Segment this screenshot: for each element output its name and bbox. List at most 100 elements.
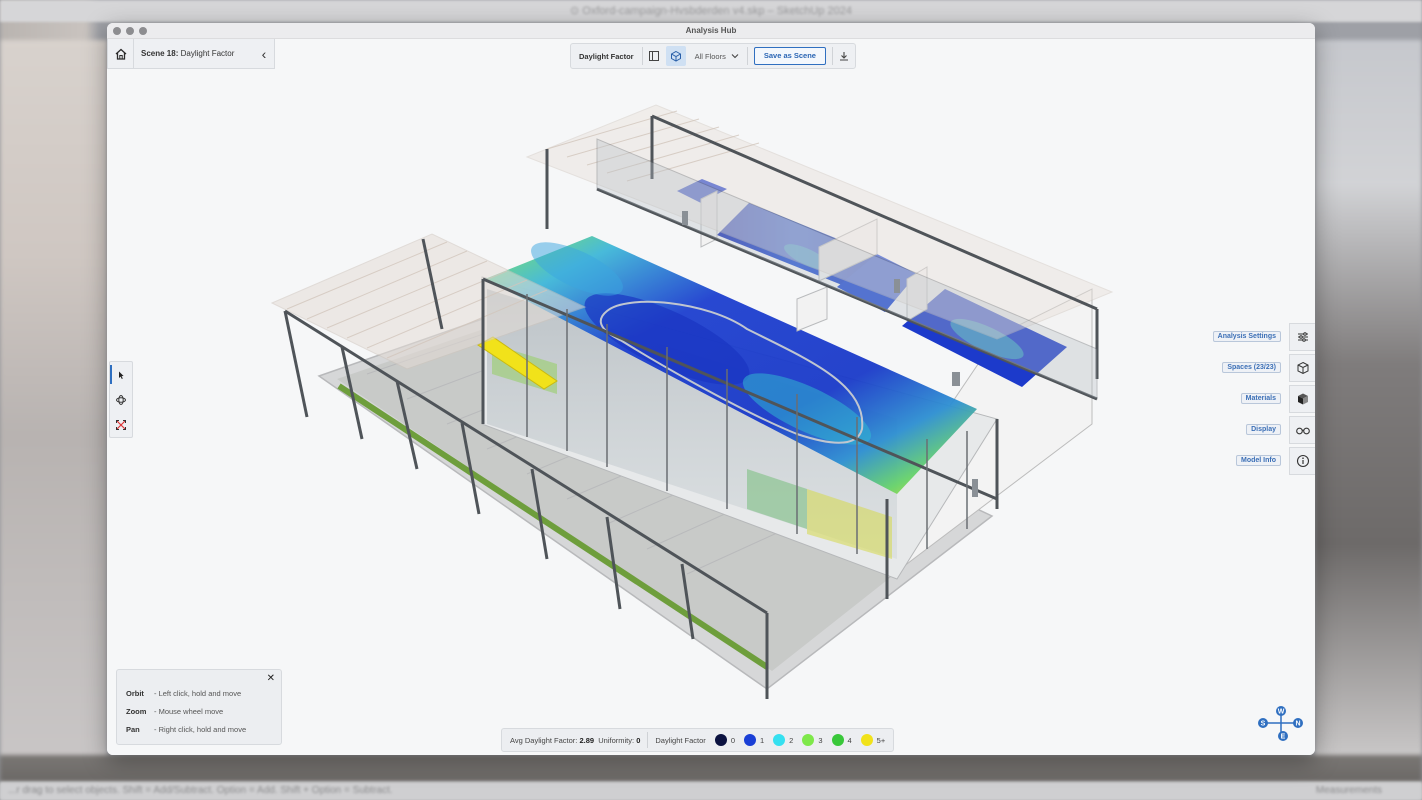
plan-view-button[interactable] xyxy=(644,46,664,66)
host-viewport-right xyxy=(1315,40,1422,760)
help-desc: - Mouse wheel move xyxy=(154,707,224,716)
help-row-pan: Pan - Right click, hold and move xyxy=(126,725,246,734)
scene-name: Daylight Factor xyxy=(180,49,235,58)
help-row-zoom: Zoom - Mouse wheel move xyxy=(126,707,223,716)
home-icon xyxy=(115,48,126,60)
legend-item: 2 xyxy=(773,734,793,746)
box-3d-icon xyxy=(670,50,681,62)
display-item[interactable]: Display xyxy=(1213,414,1315,445)
legend-label: 1 xyxy=(759,735,765,745)
host-measurements: Measurements xyxy=(1315,785,1382,796)
uniformity-label: Uniformity: xyxy=(598,735,635,745)
maximize-window-button[interactable] xyxy=(139,27,147,35)
host-statusbar: ...r drag to select objects. Shift = Add… xyxy=(0,782,1422,800)
avg-daylight-value: 2.89 xyxy=(579,735,595,745)
analysis-settings-button[interactable] xyxy=(1289,322,1315,351)
scene-number: Scene 18: xyxy=(141,49,179,58)
materials-button[interactable] xyxy=(1289,384,1315,413)
avg-daylight-label: Avg Daylight Factor: xyxy=(510,735,578,745)
legend-divider xyxy=(647,732,649,748)
legend-title: Daylight Factor xyxy=(655,735,706,745)
window-titlebar: Analysis Hub xyxy=(107,23,1315,39)
right-side-panel: Analysis Settings Spaces (23/23) Materia… xyxy=(1212,321,1315,476)
legend-item: 3 xyxy=(802,734,823,746)
materials-label[interactable]: Materials xyxy=(1240,393,1281,404)
legend-item: 5+ xyxy=(860,734,886,746)
model-info-button[interactable] xyxy=(1289,446,1315,475)
cube-solid-icon xyxy=(1297,393,1308,404)
legend-label: 3 xyxy=(818,735,823,745)
glasses-icon xyxy=(1295,427,1310,434)
building-model[interactable] xyxy=(107,39,1315,755)
orbit-tool-button[interactable] xyxy=(110,387,132,412)
window-controls xyxy=(113,27,147,35)
minimize-window-button[interactable] xyxy=(126,27,134,35)
analysis-settings-label[interactable]: Analysis Settings xyxy=(1212,331,1281,342)
help-row-orbit: Orbit - Left click, hold and move xyxy=(126,689,241,698)
floor-select[interactable]: All Floors xyxy=(687,52,747,61)
navigation-help-panel: ✕ Orbit - Left click, hold and move Zoom… xyxy=(116,669,282,745)
help-key: Orbit xyxy=(126,689,144,698)
legend-swatch xyxy=(773,734,786,746)
legend-swatch xyxy=(831,734,844,746)
floor-select-value: All Floors xyxy=(694,51,726,61)
compass-icon[interactable]: W S N E xyxy=(1255,705,1303,745)
close-window-button[interactable] xyxy=(113,27,121,35)
scene-title: Scene 18: Daylight Factor xyxy=(134,49,254,58)
collapse-button[interactable]: ‹ xyxy=(254,46,274,62)
display-button[interactable] xyxy=(1289,415,1315,444)
legend-swatch xyxy=(714,734,727,746)
zoom-extents-tool-button[interactable] xyxy=(110,412,132,437)
toolbar-divider-3 xyxy=(831,47,833,65)
orbit-icon xyxy=(116,394,126,405)
floor-plan-icon xyxy=(648,51,659,61)
save-as-scene-button[interactable]: Save as Scene xyxy=(753,47,826,65)
download-icon xyxy=(839,52,848,61)
help-desc: - Left click, hold and move xyxy=(154,689,242,698)
sliders-icon xyxy=(1297,331,1308,342)
chevron-left-icon: ‹ xyxy=(261,45,267,62)
legend-item: 0 xyxy=(714,734,735,746)
export-button[interactable] xyxy=(834,46,854,66)
legend-label: 0 xyxy=(730,735,735,745)
analysis-toolbar: Daylight Factor All Floors Save as Scene xyxy=(570,43,856,69)
select-tool-button[interactable] xyxy=(110,362,132,387)
analysis-settings-item[interactable]: Analysis Settings xyxy=(1212,321,1315,352)
help-key: Zoom xyxy=(126,707,147,716)
legend-swatch xyxy=(860,734,873,746)
legend-label: 5+ xyxy=(876,735,886,745)
help-key: Pan xyxy=(126,725,140,734)
analysis-hub-window: Analysis Hub Scene 18: Daylight Factor ‹… xyxy=(107,23,1315,755)
compass-e: E xyxy=(1281,734,1286,741)
host-title: ⊙ Oxford-campaign-Hvsbderden v4.skp – Sk… xyxy=(0,0,1422,22)
toolbar-divider-2 xyxy=(746,47,748,65)
model-info-label[interactable]: Model Info xyxy=(1236,455,1281,466)
analysis-type-label: Daylight Factor xyxy=(579,51,634,61)
spaces-item[interactable]: Spaces (23/23) xyxy=(1213,352,1315,383)
window-title: Analysis Hub xyxy=(685,26,737,35)
legend-swatch xyxy=(802,734,815,746)
3d-view-button[interactable] xyxy=(665,46,686,66)
legend-item: 1 xyxy=(743,734,765,746)
navigation-tools xyxy=(109,361,133,438)
uniformity-value: 0 xyxy=(636,735,641,745)
compass-w: W xyxy=(1278,709,1285,716)
compass-s: S xyxy=(1261,721,1266,728)
close-icon[interactable]: ✕ xyxy=(267,673,275,684)
model-info-item[interactable]: Model Info xyxy=(1213,445,1315,476)
compass-n: N xyxy=(1295,721,1300,728)
chevron-down-icon xyxy=(731,54,739,59)
spaces-button[interactable] xyxy=(1289,353,1315,382)
cube-outline-icon xyxy=(1297,361,1308,374)
display-label[interactable]: Display xyxy=(1246,424,1281,435)
home-button[interactable] xyxy=(108,38,134,69)
cursor-arrow-icon xyxy=(119,371,124,379)
host-viewport-left xyxy=(0,40,107,760)
model-viewport[interactable]: Scene 18: Daylight Factor ‹ Daylight Fac… xyxy=(107,38,1315,755)
materials-item[interactable]: Materials xyxy=(1213,383,1315,414)
spaces-label[interactable]: Spaces (23/23) xyxy=(1222,362,1281,373)
legend-item: 4 xyxy=(831,734,852,746)
legend-label: 2 xyxy=(789,735,794,745)
toolbar-divider xyxy=(641,47,643,65)
info-icon xyxy=(1296,454,1309,467)
